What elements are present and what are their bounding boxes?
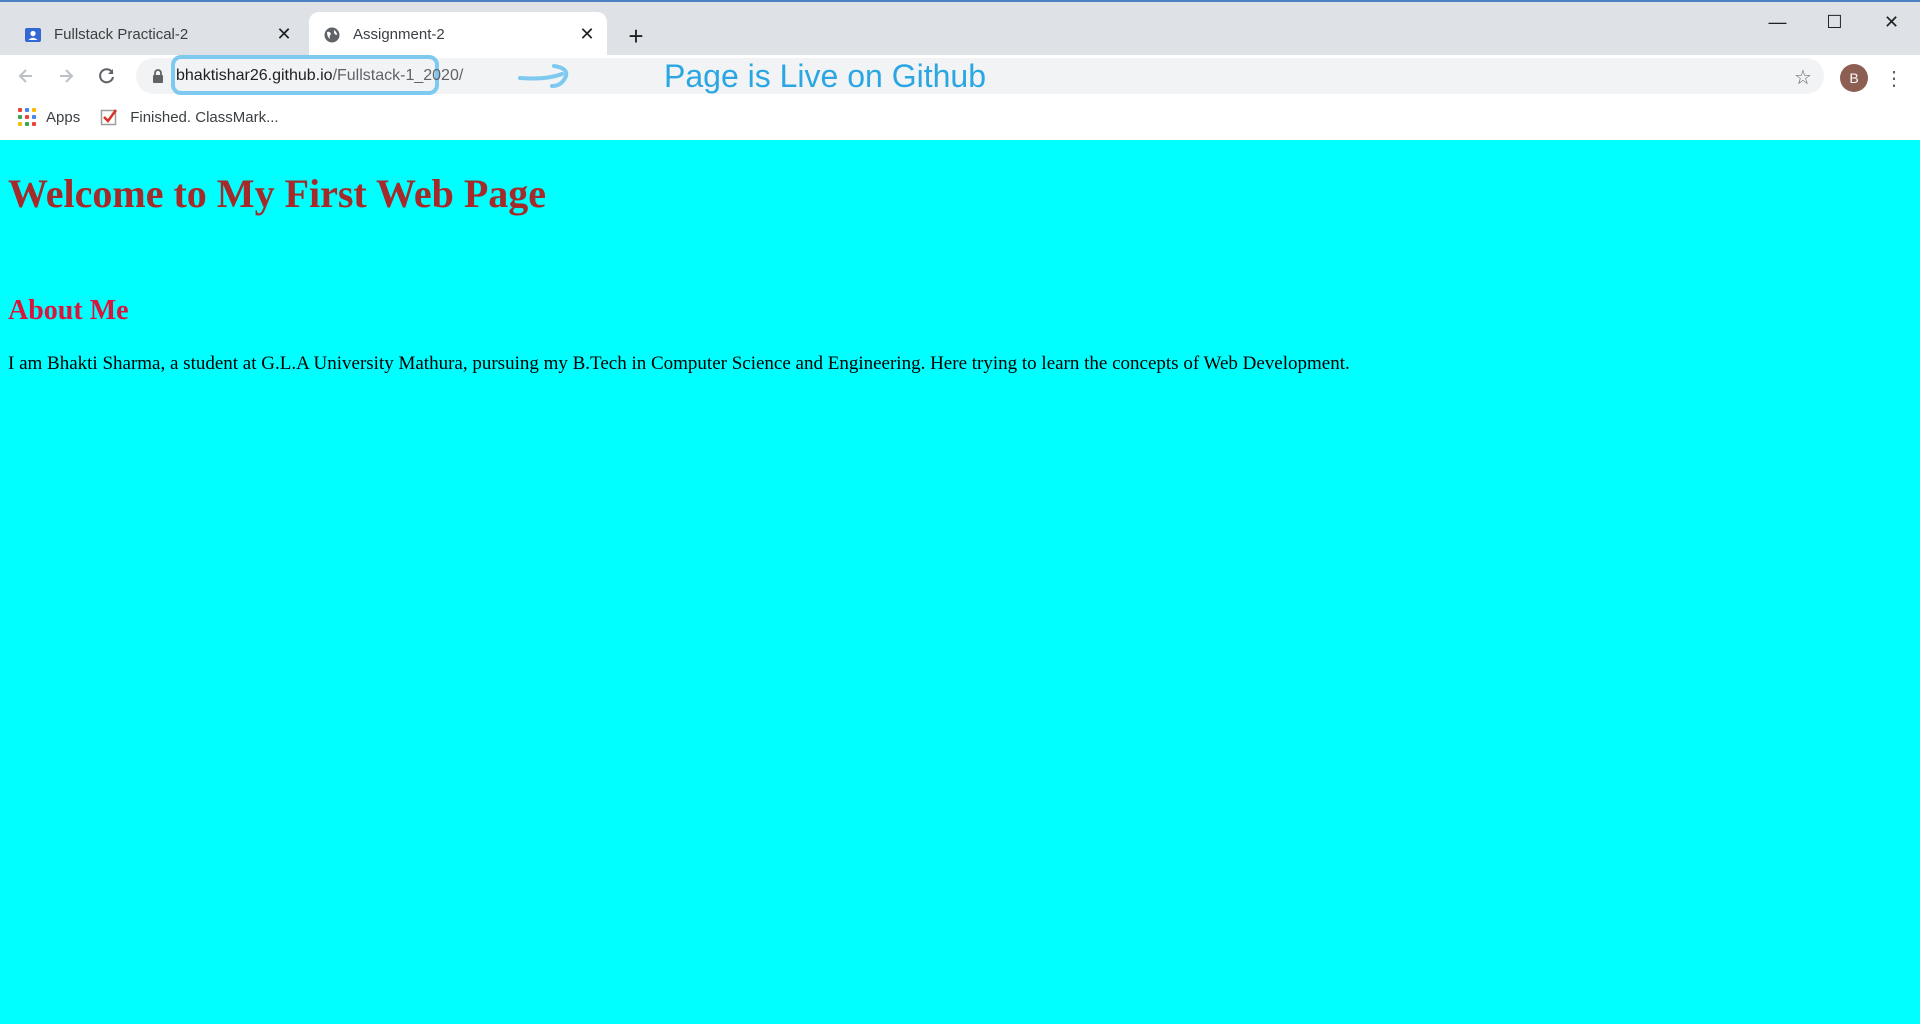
lock-icon[interactable] — [150, 68, 166, 84]
bookmark-classmark[interactable]: Finished. ClassMark... — [90, 103, 288, 131]
tab-title: Fullstack Practical-2 — [54, 26, 189, 43]
bookmark-label: Finished. ClassMark... — [130, 108, 279, 126]
about-heading: About Me — [8, 295, 129, 326]
url-domain: bhaktishar26.github.io — [176, 67, 333, 84]
apps-grid-icon — [18, 108, 36, 126]
close-icon[interactable]: ✕ — [575, 23, 599, 47]
new-tab-button[interactable]: + — [620, 20, 652, 52]
annotation-arrow-icon — [518, 64, 569, 88]
address-bar[interactable]: bhaktishar26.github.io/Fullstack-1_2020/… — [136, 55, 1824, 95]
window-controls: — ☐ ✕ — [1749, 2, 1920, 42]
more-vertical-icon[interactable]: ⋮ — [1882, 64, 1906, 92]
star-icon[interactable]: ☆ — [1792, 66, 1814, 89]
bookmarks-bar: Apps Finished. ClassMark... — [0, 100, 1920, 134]
globe-icon — [323, 26, 341, 44]
checkbox-icon — [100, 108, 118, 126]
annotation-text: Page is Live on Github — [664, 58, 986, 94]
close-icon[interactable]: ✕ — [272, 23, 296, 47]
avatar[interactable]: B — [1840, 64, 1868, 92]
url-path: /Fullstack-1_2020/ — [332, 67, 464, 84]
forward-arrow-icon[interactable] — [52, 62, 80, 90]
tab-assignment[interactable]: Assignment-2 ✕ — [309, 12, 607, 57]
browser-chrome: Fullstack Practical-2 ✕ Assignment-2 ✕ +… — [0, 0, 1920, 140]
web-page-content: Welcome to My First Web Page About Me I … — [0, 140, 1920, 1024]
user-card-icon — [24, 26, 42, 44]
browser-toolbar: bhaktishar26.github.io/Fullstack-1_2020/… — [0, 55, 1920, 97]
tab-title: Assignment-2 — [353, 26, 445, 43]
minimize-button[interactable]: — — [1749, 2, 1806, 42]
tab-strip: Fullstack Practical-2 ✕ Assignment-2 ✕ +… — [0, 0, 1920, 57]
tab-fullstack-practical[interactable]: Fullstack Practical-2 ✕ — [12, 12, 304, 57]
close-window-button[interactable]: ✕ — [1863, 2, 1920, 42]
back-arrow-icon[interactable] — [12, 62, 40, 90]
bookmark-apps[interactable]: Apps — [8, 103, 90, 131]
reload-icon[interactable] — [93, 62, 121, 90]
about-paragraph: I am Bhakti Sharma, a student at G.L.A U… — [8, 353, 1350, 374]
bookmark-label: Apps — [46, 108, 81, 126]
url-text[interactable]: bhaktishar26.github.io/Fullstack-1_2020/ — [176, 67, 463, 85]
maximize-button[interactable]: ☐ — [1806, 2, 1863, 42]
page-title: Welcome to My First Web Page — [8, 171, 547, 216]
